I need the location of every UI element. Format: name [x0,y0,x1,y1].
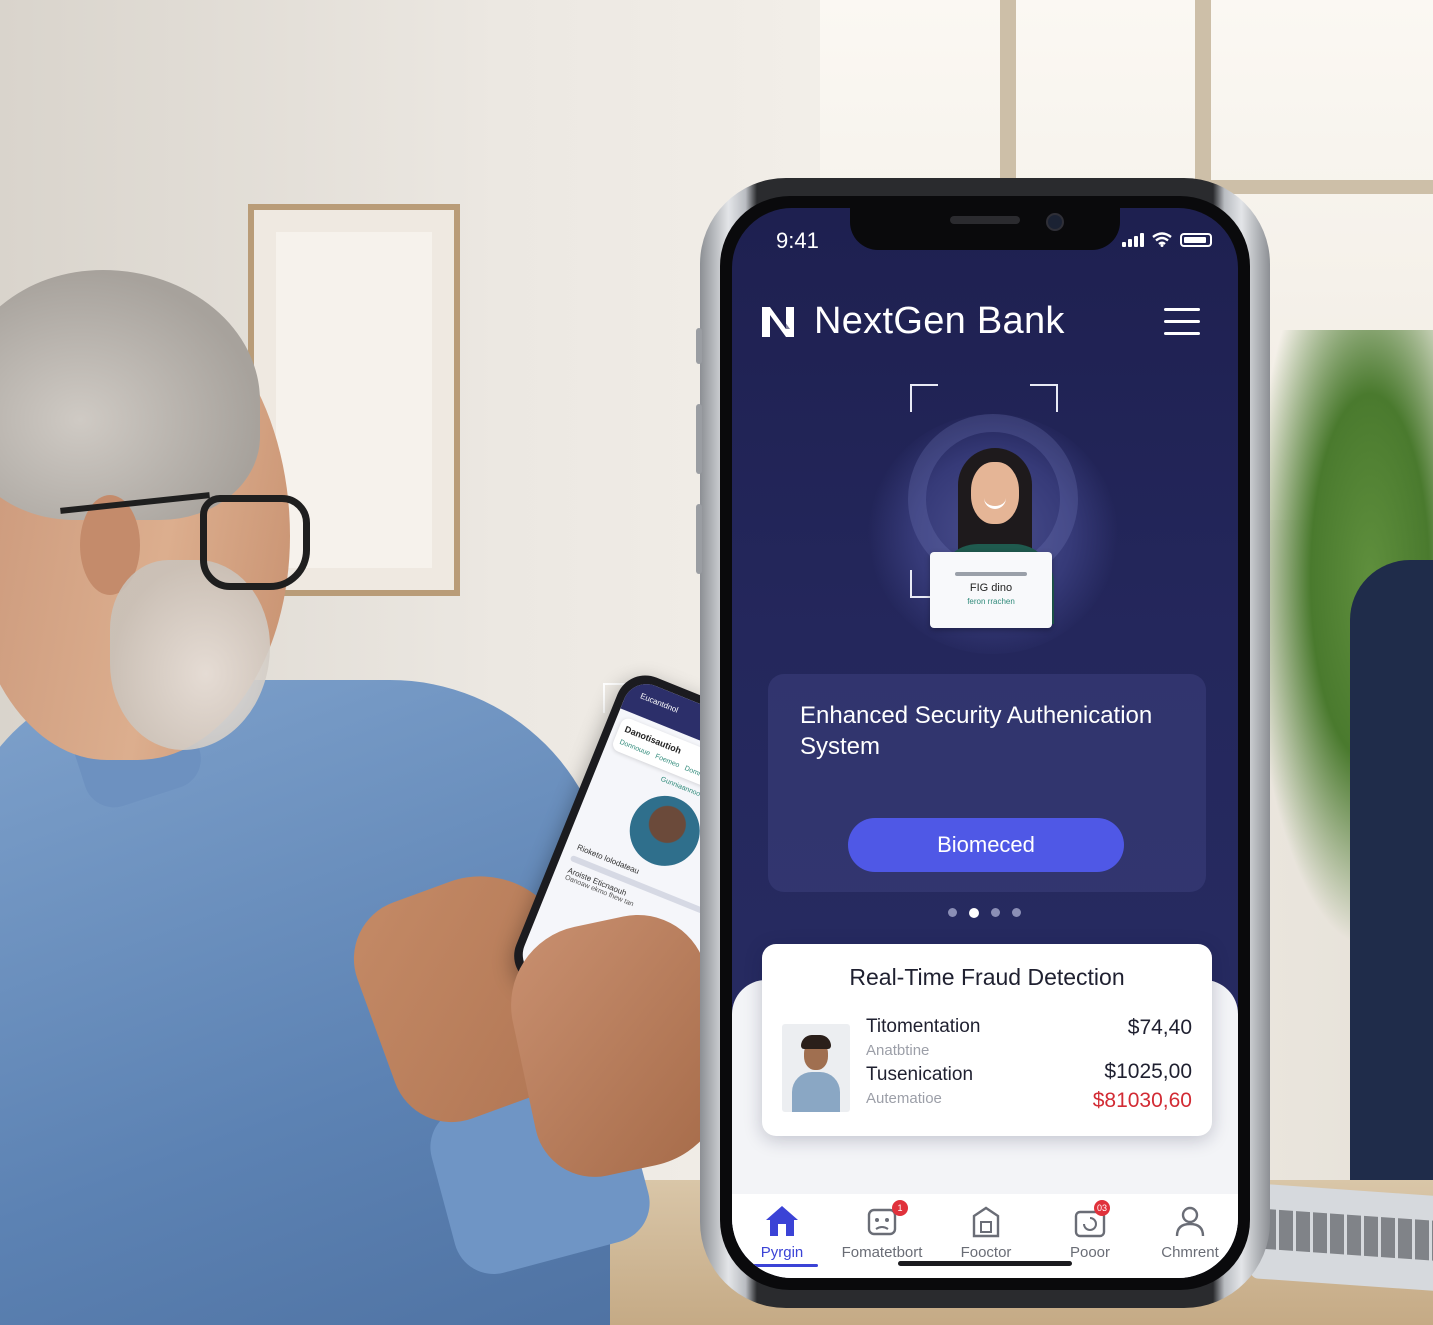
fraud-detection-card[interactable]: Real-Time Fraud Detection Titomentation … [762,944,1212,1136]
id-card: FIG dino feron rrachen [930,552,1052,628]
phone-device: 9:41 NextGen Bank FIG dino feron rrachen… [696,178,1270,1308]
brand-name: NextGen Bank [814,300,1065,342]
handheld-face-avatar [619,785,711,877]
tab-label: Fooctor [960,1244,1012,1261]
id-card-line1: FIG dino [969,582,1013,594]
flagged-amount: $81030,60 [1092,1089,1192,1112]
menu-line [1164,332,1200,335]
signal-icon [1122,233,1144,247]
carousel-dot[interactable] [991,908,1000,917]
face-scan-illustration: FIG dino feron rrachen [868,384,1118,654]
scan-corner-top-left [910,384,938,412]
status-time: 9:41 [776,228,819,253]
fraud-card-title: Real-Time Fraud Detection [849,964,1125,990]
carousel-dot[interactable] [948,908,957,917]
tab-label: Pooor [1069,1244,1111,1261]
phone-side-button [696,328,702,364]
tab-fraud-alerts[interactable]: 1 Fomatetbort [832,1200,932,1261]
menu-line [1164,320,1200,323]
transaction-amount: $74,40 [1127,1016,1192,1039]
earpiece-speaker [950,216,1020,224]
tab-security[interactable]: Fooctor [936,1204,1036,1261]
transaction-name: Titomentation [866,1016,981,1037]
phone-volume-down [696,504,702,574]
phone-notch [850,208,1120,250]
scan-corner-top-right [1030,384,1058,412]
background-person [1350,560,1433,1200]
transaction-name: Tusenication [866,1064,974,1085]
transaction-amount: $1025,00 [1104,1060,1192,1083]
lock-bag-icon [972,1206,1000,1238]
bank-logo-icon [762,306,794,337]
id-card-line2: feron rrachen [967,597,1015,606]
status-icons [1122,232,1212,247]
tab-label: Fomatetbort [841,1244,923,1261]
tab-label: Chmrent [1161,1244,1219,1261]
user-icon [1175,1206,1205,1237]
tab-label: Pyrgin [760,1244,804,1261]
woman-face [971,462,1019,524]
wifi-icon [1152,232,1172,247]
phone-screen: 9:41 NextGen Bank FIG dino feron rrachen… [732,208,1238,1278]
tab-home[interactable]: Pyrgin [732,1204,832,1267]
transaction-subtitle: Anatbtine [866,1042,930,1059]
tab-profile[interactable]: Chmrent [1140,1204,1238,1261]
home-icon [766,1206,798,1236]
active-tab-indicator [748,1264,818,1267]
notification-badge: 1 [892,1200,908,1216]
tab-payments[interactable]: 03 Pooor [1040,1200,1140,1261]
glasses [200,495,310,590]
carousel-dots [948,908,1021,918]
biometric-button[interactable]: Biomeced [848,818,1124,872]
app-brand: NextGen Bank [760,300,1065,343]
security-auth-card: Enhanced Security Authenication System B… [768,674,1206,892]
notification-badge: 03 [1094,1200,1111,1216]
handheld-card-tab: Foemeo [653,753,681,770]
auth-card-title: Enhanced Security Authenication System [800,702,1153,760]
transaction-avatar [782,1024,850,1112]
front-camera [1046,213,1064,231]
hamburger-menu-button[interactable] [1164,308,1200,336]
phone-volume-up [696,404,702,474]
id-card-bar [955,572,1027,576]
menu-line [1164,308,1200,311]
carousel-dot[interactable] [1012,908,1021,917]
transaction-subtitle: Autematioe [866,1090,942,1107]
battery-icon [1180,233,1212,247]
man-hair [0,270,260,520]
carousel-dot-active[interactable] [969,908,979,918]
home-indicator[interactable] [898,1261,1072,1266]
